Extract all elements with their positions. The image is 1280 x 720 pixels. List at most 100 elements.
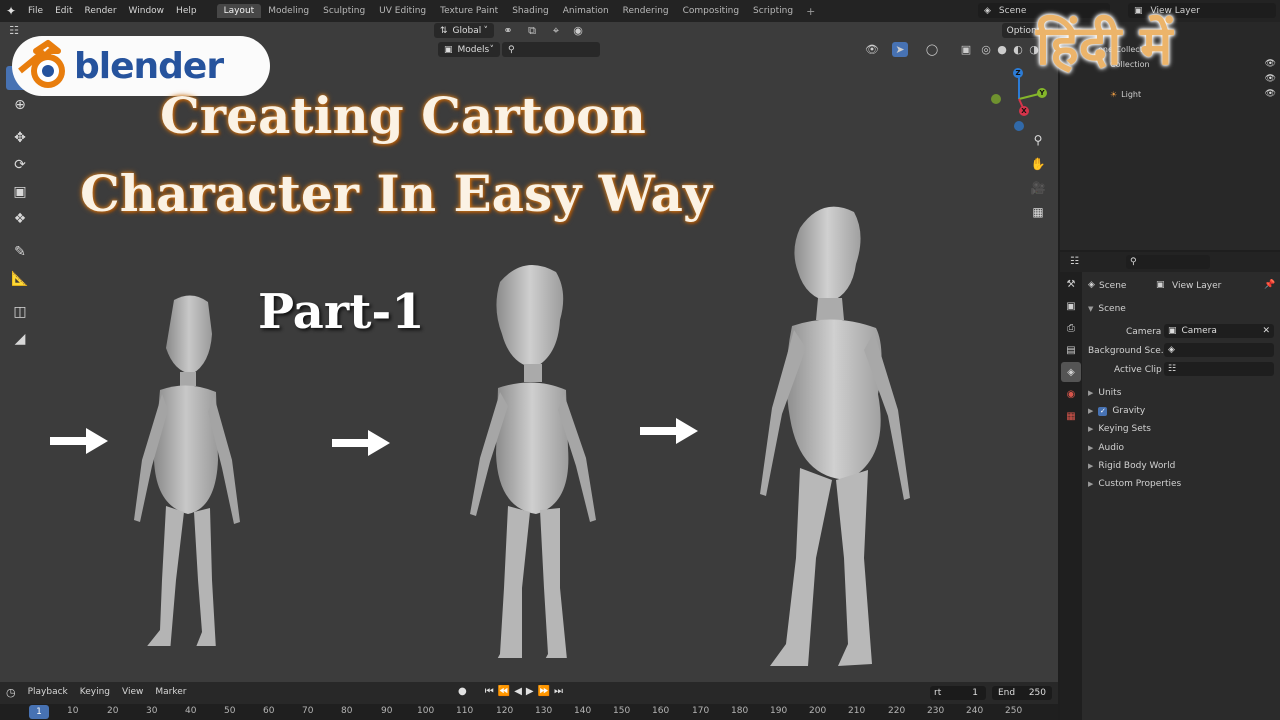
scene-tab-icon[interactable]: ◈ bbox=[1061, 362, 1081, 382]
current-frame-indicator[interactable]: 1 bbox=[29, 705, 49, 719]
custom-properties-panel[interactable]: ▶ Custom Properties bbox=[1088, 479, 1181, 489]
character-segmented-figure bbox=[470, 264, 596, 658]
menu-help[interactable]: Help bbox=[170, 6, 203, 16]
blender-menu-icon[interactable]: ✦ bbox=[0, 1, 22, 21]
tab-compositing[interactable]: Compositing bbox=[676, 4, 746, 18]
filter-dropdown[interactable]: ▣ Models ˅ bbox=[438, 42, 500, 57]
tab-shading[interactable]: Shading bbox=[505, 4, 556, 18]
snap-target-icon[interactable]: ⌖ bbox=[548, 23, 564, 38]
pin-icon[interactable]: 📌 bbox=[1264, 280, 1275, 290]
menu-edit[interactable]: Edit bbox=[49, 6, 78, 16]
jump-start-icon[interactable]: ⏮ bbox=[485, 686, 494, 697]
tab-uv-editing[interactable]: UV Editing bbox=[372, 4, 433, 18]
xray-icon[interactable]: ▣ bbox=[958, 42, 974, 57]
gizmo-toggle-icon[interactable]: ➤ bbox=[892, 42, 908, 57]
transform-orientation-dropdown[interactable]: ⇅ Global ˅ bbox=[434, 23, 494, 38]
transform-icon[interactable]: ❖ bbox=[6, 207, 34, 231]
render-tab-icon[interactable]: ▣ bbox=[1061, 296, 1081, 316]
gizmo-x-icon[interactable]: X bbox=[1019, 106, 1029, 116]
add-workspace-button[interactable]: + bbox=[800, 5, 821, 18]
filter-icon: ▣ bbox=[444, 44, 453, 55]
next-keyframe-icon[interactable]: ⏩ bbox=[538, 686, 550, 697]
pivot-point-icon[interactable]: ⚭ bbox=[500, 23, 516, 38]
marker-menu[interactable]: Marker bbox=[149, 687, 192, 697]
texture-tab-icon[interactable]: ▦ bbox=[1061, 406, 1081, 426]
start-frame-field[interactable]: rt 1 bbox=[930, 686, 986, 700]
eye-icon[interactable]: 👁 bbox=[1265, 89, 1276, 99]
gizmo-y-icon[interactable]: Y bbox=[1037, 88, 1047, 98]
tab-rendering[interactable]: Rendering bbox=[616, 4, 676, 18]
frame-ruler[interactable]: 1 10 20 30 40 50 60 70 80 90 100 110 120… bbox=[0, 704, 1058, 720]
progress-arrow-1 bbox=[50, 428, 108, 454]
annotate-icon[interactable]: ✎ bbox=[6, 240, 34, 264]
measure-icon[interactable]: 📐 bbox=[6, 267, 34, 291]
end-frame-value: 250 bbox=[1028, 688, 1046, 698]
keying-menu[interactable]: Keying bbox=[74, 687, 116, 697]
timeline-view-menu[interactable]: View bbox=[116, 687, 149, 697]
scene-section-header[interactable]: ▼ Scene bbox=[1088, 304, 1126, 314]
tab-layout[interactable]: Layout bbox=[216, 4, 262, 18]
units-panel[interactable]: ▶ Units bbox=[1088, 388, 1121, 398]
material-shading-icon[interactable]: ◐ bbox=[1010, 42, 1026, 57]
record-icon[interactable]: ● bbox=[458, 686, 467, 697]
play-reverse-icon[interactable]: ◀ bbox=[514, 686, 522, 697]
editor-type-icon[interactable]: ☷ bbox=[1070, 256, 1079, 267]
jump-end-icon[interactable]: ⏭ bbox=[554, 686, 563, 697]
pan-hand-icon[interactable]: ✋ bbox=[1028, 154, 1048, 174]
tab-scripting[interactable]: Scripting bbox=[746, 4, 800, 18]
viewport-search-input[interactable]: ⚲ bbox=[502, 42, 600, 57]
world-tab-icon[interactable]: ◉ bbox=[1061, 384, 1081, 404]
rotate-icon[interactable]: ⟳ bbox=[6, 153, 34, 177]
zoom-icon[interactable]: ⚲ bbox=[1028, 130, 1048, 150]
background-scene-field[interactable]: ◈ bbox=[1164, 343, 1274, 357]
audio-panel[interactable]: ▶ Audio bbox=[1088, 443, 1124, 453]
menu-file[interactable]: File bbox=[22, 6, 49, 16]
editor-type-icon[interactable]: ☷ bbox=[6, 23, 22, 38]
timeline-editor-type-icon[interactable]: ◷ bbox=[0, 686, 22, 699]
end-frame-field[interactable]: End 250 bbox=[992, 686, 1052, 700]
add-cube-icon[interactable]: ◫ bbox=[6, 300, 34, 324]
outliner-row-light[interactable]: ☀ Light 👁 bbox=[1060, 87, 1280, 101]
gizmo-neg-z-icon[interactable] bbox=[1014, 121, 1024, 131]
solid-shading-icon[interactable]: ● bbox=[994, 42, 1010, 57]
tab-modeling[interactable]: Modeling bbox=[261, 4, 316, 18]
output-tab-icon[interactable]: ⎙ bbox=[1061, 318, 1081, 338]
clip-icon: ☷ bbox=[1168, 364, 1177, 374]
keying-sets-panel[interactable]: ▶ Keying Sets bbox=[1088, 424, 1151, 434]
tab-texture-paint[interactable]: Texture Paint bbox=[433, 4, 505, 18]
properties-search-input[interactable]: ⚲ bbox=[1126, 255, 1210, 269]
cursor-icon[interactable]: ⊕ bbox=[6, 93, 34, 117]
gizmo-neg-y-icon[interactable] bbox=[991, 94, 1001, 104]
tab-animation[interactable]: Animation bbox=[556, 4, 616, 18]
search-icon: ⚲ bbox=[508, 44, 515, 55]
wireframe-shading-icon[interactable]: ◎ bbox=[978, 42, 994, 57]
add-plane-icon[interactable]: ◢ bbox=[6, 327, 34, 351]
rigid-body-world-panel[interactable]: ▶ Rigid Body World bbox=[1088, 461, 1175, 471]
view-layer-tab-icon[interactable]: ▤ bbox=[1061, 340, 1081, 360]
gravity-panel[interactable]: ▶ ✓ Gravity bbox=[1088, 406, 1145, 416]
playback-menu[interactable]: Playback bbox=[22, 687, 74, 697]
visibility-icon[interactable]: 👁 bbox=[864, 42, 880, 57]
active-clip-field[interactable]: ☷ bbox=[1164, 362, 1274, 376]
snap-icon[interactable]: ⧉ bbox=[524, 23, 540, 38]
menu-render[interactable]: Render bbox=[79, 6, 123, 16]
menu-window[interactable]: Window bbox=[123, 6, 171, 16]
prev-keyframe-icon[interactable]: ⏪ bbox=[498, 686, 510, 697]
gravity-checkbox[interactable]: ✓ bbox=[1098, 406, 1108, 416]
playback-controls: ● ⏮ ⏪ ◀ ▶ ⏩ ⏭ bbox=[458, 686, 563, 697]
camera-view-icon[interactable]: 🎥 bbox=[1028, 178, 1048, 198]
close-icon[interactable]: ✕ bbox=[1262, 326, 1270, 336]
move-icon[interactable]: ✥ bbox=[6, 126, 34, 150]
eye-icon[interactable]: 👁 bbox=[1265, 59, 1276, 69]
ortho-grid-icon[interactable]: ▦ bbox=[1028, 202, 1048, 222]
overlay-icon[interactable]: ◯ bbox=[924, 42, 940, 57]
eye-icon[interactable]: 👁 bbox=[1265, 74, 1276, 84]
gizmo-z-icon[interactable]: Z bbox=[1013, 68, 1023, 78]
play-icon[interactable]: ▶ bbox=[526, 686, 534, 697]
camera-field[interactable]: ▣ Camera ✕ bbox=[1164, 324, 1274, 338]
tool-tab-icon[interactable]: ⚒ bbox=[1061, 274, 1081, 294]
proportional-edit-icon[interactable]: ◉ bbox=[570, 23, 586, 38]
3d-viewport[interactable]: ☷ ⇅ Global ˅ ⚭ ⧉ ⌖ ◉ ▣ Models ˅ ⚲ Option… bbox=[0, 22, 1058, 682]
scale-icon[interactable]: ▣ bbox=[6, 180, 34, 204]
tab-sculpting[interactable]: Sculpting bbox=[316, 4, 372, 18]
